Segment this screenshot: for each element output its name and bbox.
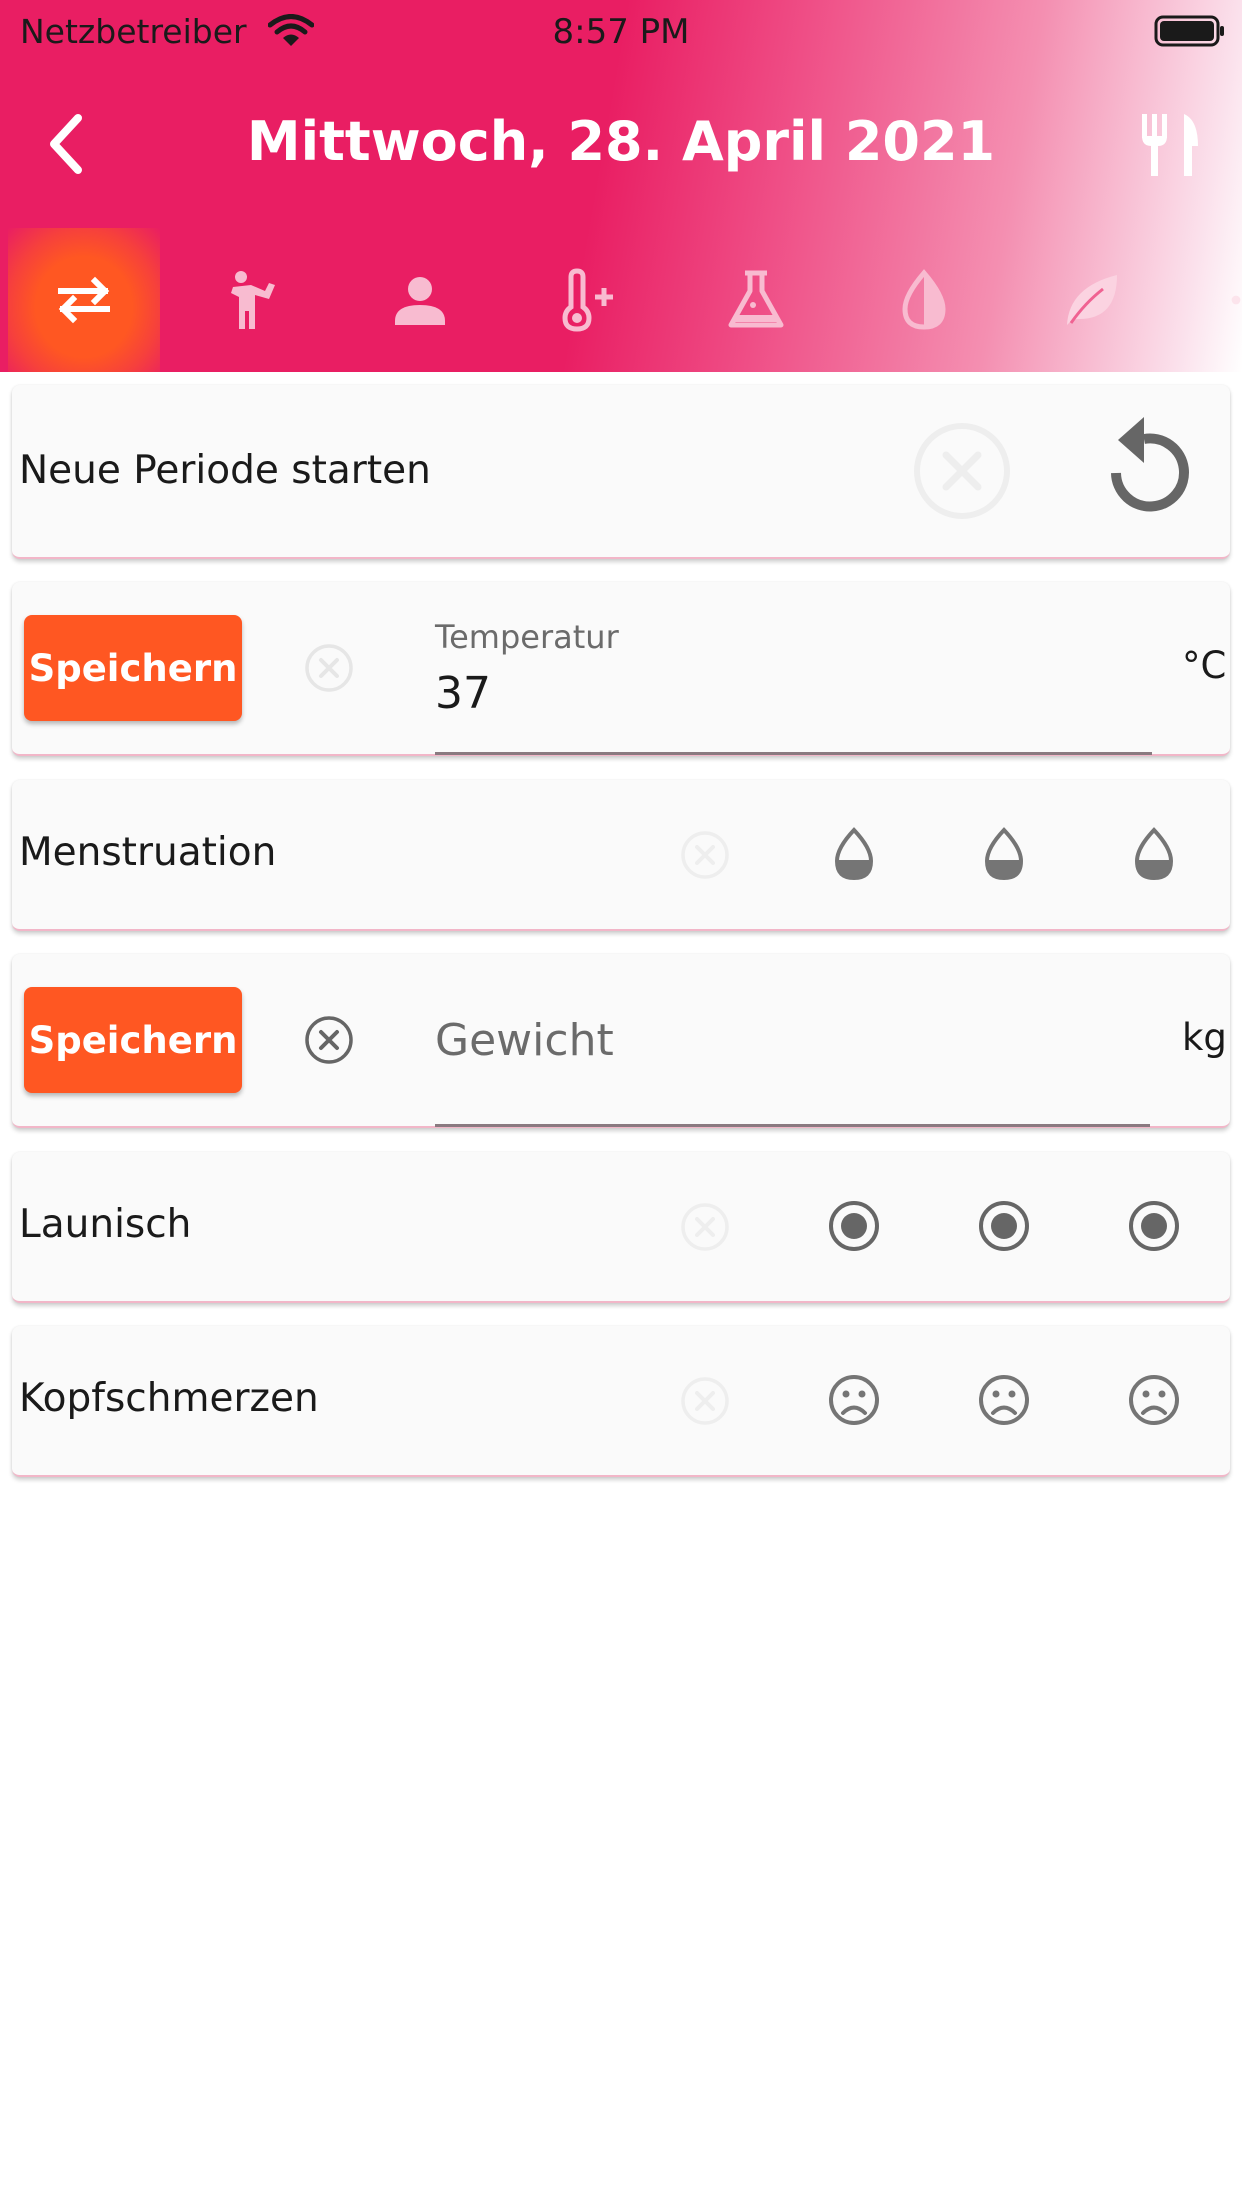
tab-leaf[interactable]	[1016, 228, 1168, 372]
battery-icon	[1154, 15, 1224, 47]
cancel-circle-icon	[681, 1377, 729, 1425]
radio-selected-icon	[829, 1201, 879, 1251]
flask-icon	[728, 270, 784, 328]
restart-icon	[1111, 417, 1189, 512]
mood-level-2[interactable]	[977, 1199, 1031, 1253]
sad-face-icon	[1129, 1375, 1179, 1425]
headache-card: Kopfschmerzen	[12, 1326, 1230, 1477]
person-icon	[395, 277, 445, 325]
cancel-circle-icon	[681, 1203, 729, 1251]
cancel-circle-icon	[914, 423, 1010, 519]
tab-drop[interactable]	[848, 228, 1000, 372]
status-bar: Netzbetreiber 8:57 PM	[0, 0, 1242, 64]
headache-level-3[interactable]	[1127, 1373, 1181, 1427]
tab-person[interactable]	[344, 228, 496, 372]
menstruation-label: Menstruation	[19, 830, 277, 875]
mood-level-1[interactable]	[827, 1199, 881, 1253]
weight-input[interactable]	[435, 1012, 1155, 1068]
clear-temperature-button[interactable]	[304, 643, 354, 693]
temperature-input[interactable]: 37	[435, 668, 491, 719]
activity-person-icon	[231, 271, 275, 329]
menstruation-level-3[interactable]	[1129, 826, 1179, 882]
headache-level-2[interactable]	[977, 1373, 1031, 1427]
circle-icon	[1231, 295, 1241, 305]
headache-label: Kopfschmerzen	[19, 1376, 319, 1421]
thermometer-plus-icon	[562, 268, 613, 332]
temperature-field-label: Temperatur	[435, 618, 619, 656]
half-drop-icon	[984, 827, 1024, 881]
tab-temperature[interactable]	[512, 228, 664, 372]
temperature-card: Speichern Temperatur 37 °C	[12, 582, 1230, 756]
half-drop-icon	[834, 827, 874, 881]
new-period-label: Neue Periode starten	[19, 448, 431, 493]
cancel-circle-icon	[681, 831, 729, 879]
save-weight-button[interactable]: Speichern	[24, 987, 242, 1093]
tab-swap[interactable]	[8, 228, 160, 372]
restaurant-icon[interactable]	[1138, 110, 1202, 178]
headache-level-1[interactable]	[827, 1373, 881, 1427]
clear-headache-button[interactable]	[680, 1376, 730, 1426]
weight-underline	[435, 1124, 1150, 1127]
mood-level-3[interactable]	[1127, 1199, 1181, 1253]
app-header: Netzbetreiber 8:57 PM Mittwoch, 28. Apri…	[0, 0, 1242, 372]
menstruation-level-1[interactable]	[829, 826, 879, 882]
tab-activity[interactable]	[176, 228, 328, 372]
cancel-circle-icon	[305, 1016, 353, 1064]
restart-period-button[interactable]	[1096, 413, 1196, 523]
temperature-unit: °C	[1182, 644, 1227, 687]
menstruation-level-2[interactable]	[979, 826, 1029, 882]
tab-lab[interactable]	[680, 228, 832, 372]
radio-selected-icon	[979, 1201, 1029, 1251]
clear-menstruation-button[interactable]	[680, 830, 730, 880]
clear-period-button[interactable]	[912, 421, 1012, 521]
sad-face-icon	[829, 1375, 879, 1425]
weight-card: Speichern kg	[12, 954, 1230, 1128]
mood-card: Launisch	[12, 1152, 1230, 1303]
temperature-underline	[435, 752, 1152, 755]
clear-weight-button[interactable]	[304, 1015, 354, 1065]
menstruation-card: Menstruation	[12, 780, 1230, 931]
cancel-circle-icon	[305, 644, 353, 692]
clear-mood-button[interactable]	[680, 1202, 730, 1252]
tab-more[interactable]	[1184, 228, 1242, 372]
radio-selected-icon	[1129, 1201, 1179, 1251]
contrast-drop-icon	[902, 269, 946, 330]
sad-face-icon	[979, 1375, 1029, 1425]
new-period-card: Neue Periode starten	[12, 385, 1230, 559]
mood-label: Launisch	[19, 1202, 192, 1247]
weight-unit: kg	[1182, 1016, 1227, 1059]
save-temperature-button[interactable]: Speichern	[24, 615, 242, 721]
status-time: 8:57 PM	[552, 12, 690, 52]
page-title: Mittwoch, 28. April 2021	[246, 110, 996, 173]
half-drop-icon	[1134, 827, 1174, 881]
swap-icon	[58, 276, 110, 324]
leaf-icon	[1067, 275, 1117, 325]
category-tab-bar	[0, 228, 1242, 372]
